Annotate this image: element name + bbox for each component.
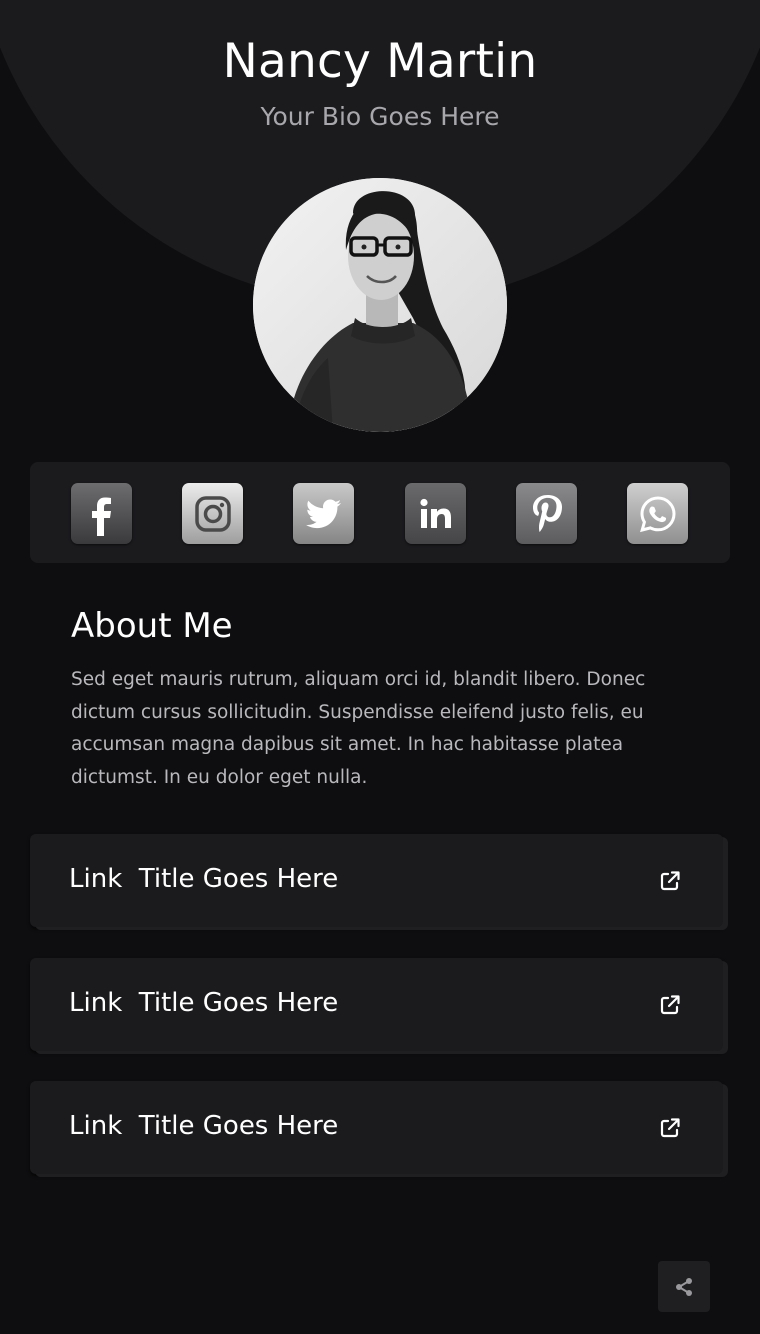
share-icon	[676, 1277, 692, 1296]
link-card-3[interactable]: Link Title Goes Here	[30, 1081, 723, 1174]
about-text: Sed eget mauris rutrum, aliquam orci id,…	[71, 669, 646, 788]
pinterest-icon	[532, 494, 562, 532]
about-heading: About Me	[71, 606, 233, 646]
avatar	[253, 178, 507, 432]
link-card-2[interactable]: Link Title Goes Here	[30, 958, 723, 1051]
profile-page: Nancy Martin Your Bio Goes Here About Me…	[0, 0, 760, 1334]
twitter-icon	[305, 499, 341, 528]
external-link-icon	[660, 1118, 680, 1138]
profile-name: Nancy Martin	[222, 34, 538, 89]
social-links-bar	[30, 462, 730, 563]
instagram-icon	[194, 495, 231, 532]
pinterest-button[interactable]	[516, 483, 577, 544]
link-title: Link Title Goes Here	[69, 864, 339, 894]
external-link-icon	[660, 995, 680, 1015]
link-title: Link Title Goes Here	[69, 988, 339, 1018]
whatsapp-button[interactable]	[627, 483, 688, 544]
linkedin-button[interactable]	[405, 483, 466, 544]
share-button[interactable]	[658, 1261, 710, 1312]
facebook-button[interactable]	[71, 483, 132, 544]
profile-bio: Your Bio Goes Here	[260, 102, 500, 131]
link-card-1[interactable]: Link Title Goes Here	[30, 834, 723, 927]
instagram-button[interactable]	[182, 483, 243, 544]
linkedin-icon	[419, 498, 451, 528]
external-link-icon	[660, 871, 680, 891]
facebook-icon	[91, 497, 111, 536]
whatsapp-icon	[639, 495, 676, 532]
twitter-button[interactable]	[293, 483, 354, 544]
link-title: Link Title Goes Here	[69, 1111, 339, 1141]
